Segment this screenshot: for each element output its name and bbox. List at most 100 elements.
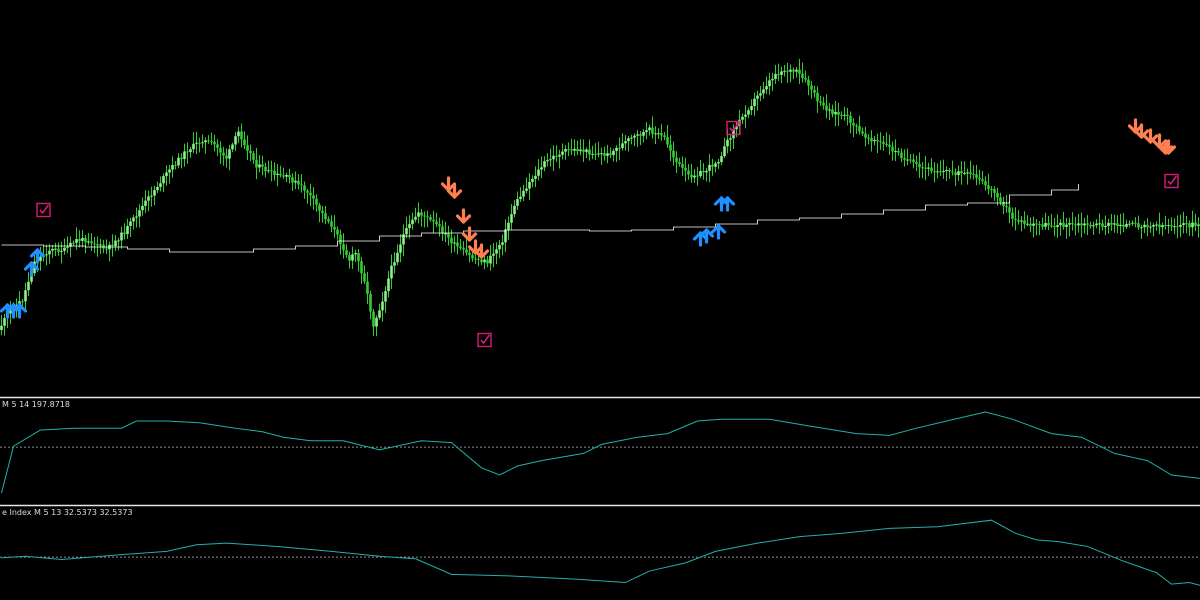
candle-body [120,232,123,241]
candle-body [3,318,6,326]
candle-body [327,219,330,222]
candle-body [540,167,543,170]
candle-body [441,226,444,234]
candle-body [150,195,153,197]
candle-body [393,262,396,266]
candle-body [510,214,513,223]
candle-body [1185,223,1188,225]
candle-body [81,238,84,241]
candle-body [1089,224,1092,227]
candle-body [465,249,468,253]
candle-body [1131,222,1134,224]
candle-body [849,115,852,123]
candle-body [936,171,939,173]
candle-body [618,147,621,149]
candle-body [651,127,654,134]
candle-body [660,133,663,136]
candle-body [294,180,297,183]
candle-body [54,248,57,250]
candle-body [1182,223,1185,226]
candle-body [414,216,417,220]
candle-body [252,153,255,160]
candle-body [1068,223,1071,225]
candle-body [453,242,456,244]
candle-body [231,144,234,150]
candle-body [1158,224,1161,228]
candle-body [354,253,357,255]
candle-body [225,155,228,159]
candle-body [21,301,24,303]
candle-body [981,179,984,182]
candle-body [882,141,885,144]
candle-body [600,153,603,155]
candle-body [243,139,246,146]
candle-body [141,205,144,211]
candle-body [0,325,3,330]
candle-body [1122,224,1125,227]
candle-body [312,195,315,199]
candle-body [615,147,618,151]
candle-body [1104,225,1107,227]
candle-body [195,142,198,144]
candle-body [879,141,882,143]
candle-body [96,244,99,246]
candle-body [60,250,63,252]
candle-body [1008,207,1011,213]
candle-body [1179,225,1182,227]
candle-body [753,98,756,106]
candle-body [1050,225,1053,227]
candle-body [1146,224,1149,228]
candle-body [1170,225,1173,227]
candle-body [795,69,798,72]
candle-body [813,89,816,93]
candle-body [537,169,540,176]
candle-body [855,125,858,127]
candle-body [1128,223,1131,225]
candle-body [711,164,714,167]
indicator-1-label: M 5 14 197.8718 [2,400,70,409]
candle-body [165,172,168,177]
candle-body [405,228,408,235]
candle-body [147,196,150,201]
candle-body [897,151,900,153]
candle-body [516,199,519,206]
candle-body [306,190,309,193]
candle-body [567,149,570,151]
candle-body [636,134,639,136]
candle-body [717,162,720,164]
candle-body [1047,223,1050,226]
candle-body [246,145,249,151]
candle-body [1077,223,1080,226]
candle-body [873,139,876,142]
candle-body [546,160,549,162]
candle-body [1149,226,1152,228]
candle-body [591,153,594,155]
candle-body [696,175,699,177]
candle-body [1119,224,1122,227]
candle-body [975,174,978,178]
candle-body [900,152,903,159]
candle-body [903,158,906,160]
candle-body [978,177,981,180]
candle-body [1188,223,1191,228]
candle-body [582,149,585,152]
candle-body [333,226,336,230]
candle-body [624,141,627,144]
candle-body [381,301,384,311]
candle-body [438,224,441,227]
candle-body [561,151,564,155]
candle-body [906,159,909,161]
candle-body [126,225,129,235]
candle-body [408,224,411,229]
candle-body [384,291,387,302]
candle-body [777,74,780,76]
candle-body [954,172,957,176]
candle-body [318,204,321,211]
candle-body [756,95,759,99]
candle-body [114,240,117,247]
candle-body [174,165,177,167]
candle-body [1140,227,1143,229]
trading-chart[interactable] [0,0,1200,600]
candle-body [714,163,717,167]
candle-body [177,157,180,166]
